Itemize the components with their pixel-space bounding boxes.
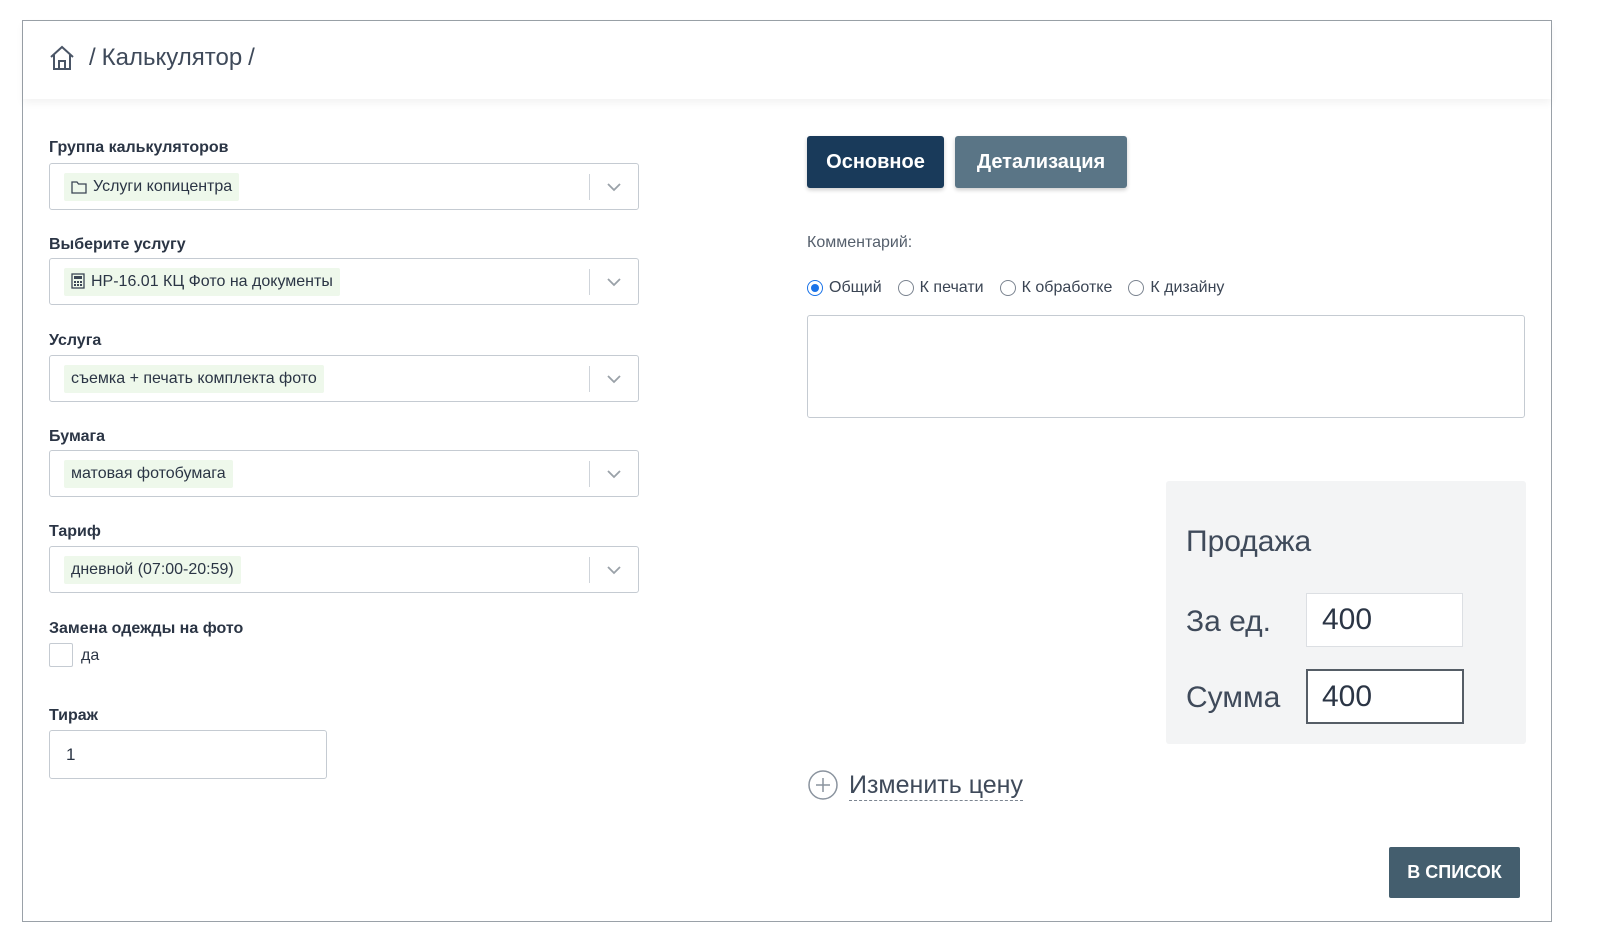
breadcrumb-separator: / bbox=[89, 44, 96, 71]
breadcrumb: / Калькулятор / bbox=[47, 43, 261, 73]
sum-label: Сумма bbox=[1186, 681, 1281, 714]
change-price-label[interactable]: Изменить цену bbox=[849, 770, 1023, 801]
tariff-value: дневной (07:00-20:59) bbox=[64, 556, 241, 584]
select-divider bbox=[589, 557, 590, 583]
chevron-down-icon[interactable] bbox=[605, 465, 623, 483]
clothes-change-checkbox[interactable] bbox=[49, 643, 73, 667]
change-price-link[interactable]: Изменить цену bbox=[807, 769, 1023, 801]
radio-button[interactable] bbox=[1128, 280, 1145, 296]
select-divider bbox=[589, 461, 590, 487]
tab-main[interactable]: Основное bbox=[807, 136, 944, 188]
paper-value: матовая фотобумага bbox=[64, 460, 233, 488]
radio-print[interactable]: К печати bbox=[897, 279, 984, 297]
quantity-input[interactable]: 1 bbox=[49, 730, 327, 779]
radio-button[interactable] bbox=[807, 280, 823, 296]
service-select-label: Выберите услугу bbox=[49, 236, 186, 253]
chevron-down-icon[interactable] bbox=[605, 273, 623, 291]
tariff-select[interactable]: дневной (07:00-20:59) bbox=[49, 546, 639, 593]
to-list-button[interactable]: В СПИСОК bbox=[1389, 847, 1520, 898]
unit-price-field[interactable]: 400 bbox=[1306, 593, 1463, 647]
paper-select[interactable]: матовая фотобумага bbox=[49, 450, 639, 497]
service-select[interactable]: НР-16.01 КЦ Фото на документы bbox=[49, 258, 639, 305]
radio-label[interactable]: К обработке bbox=[1022, 279, 1113, 297]
radio-general[interactable]: Общий bbox=[807, 279, 882, 297]
sale-panel: Продажа За ед. 400 Сумма 400 bbox=[1166, 481, 1526, 744]
sum-field[interactable]: 400 bbox=[1306, 669, 1464, 724]
home-icon[interactable] bbox=[47, 43, 77, 73]
calculator-icon bbox=[71, 273, 85, 289]
tab-details[interactable]: Детализация bbox=[955, 136, 1127, 188]
clothes-change-label: Замена одежды на фото bbox=[49, 620, 244, 637]
calc-group-label: Группа калькуляторов bbox=[49, 139, 229, 156]
comment-textarea[interactable] bbox=[807, 315, 1525, 418]
radio-button[interactable] bbox=[999, 280, 1016, 296]
unit-price-label: За ед. bbox=[1186, 605, 1272, 638]
calculator-page: / Калькулятор / Группа калькуляторов Усл… bbox=[22, 20, 1552, 922]
select-divider bbox=[589, 269, 590, 295]
radio-label[interactable]: К дизайну bbox=[1150, 279, 1224, 297]
comment-type-radios: Общий К печати К обработке К дизайну bbox=[807, 279, 1240, 297]
calc-group-value: Услуги копицентра bbox=[93, 178, 233, 195]
comment-label: Комментарий: bbox=[807, 234, 913, 251]
page-header: / Калькулятор / bbox=[23, 21, 1551, 99]
tariff-label: Тариф bbox=[49, 523, 101, 540]
quantity-label: Тираж bbox=[49, 707, 99, 724]
calc-group-chip: Услуги копицентра bbox=[64, 173, 240, 201]
breadcrumb-current[interactable]: Калькулятор bbox=[102, 44, 243, 72]
plus-circle-icon[interactable] bbox=[807, 769, 839, 801]
clothes-change-option[interactable]: да bbox=[81, 647, 99, 665]
radio-design[interactable]: К дизайну bbox=[1128, 279, 1224, 297]
select-divider bbox=[589, 366, 590, 392]
service-select-value: НР-16.01 КЦ Фото на документы bbox=[91, 273, 333, 290]
calc-group-select[interactable]: Услуги копицентра bbox=[49, 163, 639, 210]
service-label: Услуга bbox=[49, 332, 102, 349]
paper-label: Бумага bbox=[49, 428, 106, 445]
service-select-chip: НР-16.01 КЦ Фото на документы bbox=[64, 268, 340, 296]
select-divider bbox=[589, 174, 590, 200]
sale-title: Продажа bbox=[1186, 525, 1312, 558]
chevron-down-icon[interactable] bbox=[605, 178, 623, 196]
service-option-select[interactable]: съемка + печать комплекта фото bbox=[49, 355, 639, 402]
radio-button[interactable] bbox=[897, 280, 914, 296]
radio-label[interactable]: К печати bbox=[920, 279, 984, 297]
chevron-down-icon[interactable] bbox=[605, 370, 623, 388]
breadcrumb-trailing-separator: / bbox=[248, 44, 255, 71]
service-value: съемка + печать комплекта фото bbox=[64, 365, 324, 393]
radio-processing[interactable]: К обработке bbox=[999, 279, 1113, 297]
folder-icon bbox=[71, 181, 87, 194]
radio-label[interactable]: Общий bbox=[829, 279, 882, 297]
chevron-down-icon[interactable] bbox=[605, 561, 623, 579]
